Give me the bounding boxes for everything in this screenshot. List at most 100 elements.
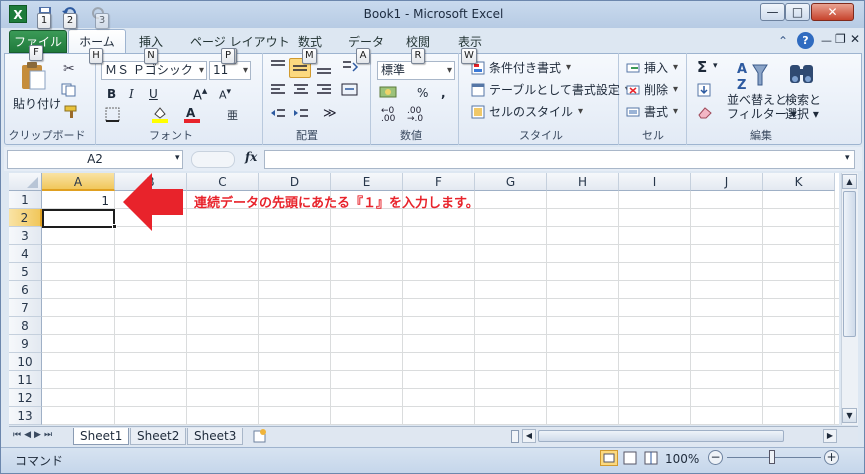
align-left-icon[interactable] — [269, 83, 287, 97]
column-header-f[interactable]: F — [403, 173, 475, 191]
tab-page-layout[interactable]: ページ レイアウト — [190, 31, 290, 53]
close-button[interactable]: ✕ — [811, 3, 854, 21]
cell-styles-icon[interactable] — [471, 105, 485, 119]
row-header-8[interactable]: 8 — [9, 317, 42, 335]
select-all-button[interactable] — [9, 173, 42, 191]
doc-minimize-icon[interactable]: — — [821, 34, 832, 47]
paste-icon[interactable] — [19, 61, 47, 91]
doc-close-icon[interactable]: ✕ — [850, 32, 860, 46]
name-box[interactable]: A2 — [7, 150, 183, 169]
scroll-up-button[interactable]: ▲ — [842, 174, 857, 189]
sheet-tab-3[interactable]: Sheet3 — [187, 428, 244, 445]
format-cells-button[interactable]: 書式 — [644, 102, 680, 122]
insert-function-button[interactable]: fx — [245, 150, 257, 164]
sort-filter-icon[interactable]: AZ — [735, 59, 769, 93]
wrap-text-icon[interactable]: ≫ — [323, 106, 337, 121]
row-header-5[interactable]: 5 — [9, 263, 42, 281]
align-center-icon[interactable] — [292, 83, 310, 97]
insert-sheet-icon[interactable] — [251, 428, 269, 444]
increase-indent-icon[interactable] — [292, 107, 310, 121]
sheet-tab-2[interactable]: Sheet2 — [130, 428, 187, 445]
decrease-indent-icon[interactable] — [269, 107, 287, 121]
currency-icon[interactable] — [379, 83, 401, 101]
column-header-d[interactable]: D — [259, 173, 331, 191]
insert-cells-icon[interactable] — [626, 61, 640, 75]
comma-button[interactable]: , — [441, 83, 446, 103]
find-select-button[interactable]: 検索と 選択 ▾ — [785, 93, 821, 121]
tab-split-handle[interactable] — [511, 430, 519, 443]
sheet-nav-buttons[interactable]: ⏮◀▶⏭ — [13, 430, 55, 440]
normal-view-icon[interactable] — [600, 450, 618, 466]
row-header-2[interactable]: 2 — [9, 209, 42, 227]
column-header-e[interactable]: E — [331, 173, 403, 191]
maximize-button[interactable]: □ — [785, 3, 810, 21]
zoom-in-button[interactable]: + — [824, 450, 839, 465]
row-header-1[interactable]: 1 — [9, 191, 42, 209]
italic-button[interactable]: I — [129, 84, 134, 104]
decrease-decimal-icon[interactable]: .00 →.0 — [407, 107, 423, 124]
scroll-down-button[interactable]: ▼ — [842, 408, 857, 423]
phonetic-icon[interactable]: 亜 — [227, 107, 238, 123]
row-header-13[interactable]: 13 — [9, 407, 42, 425]
border-icon[interactable] — [105, 107, 121, 123]
formula-input[interactable] — [264, 150, 855, 169]
bold-button[interactable]: B — [107, 84, 116, 104]
page-break-view-icon[interactable] — [643, 451, 659, 465]
column-header-a[interactable]: A — [42, 173, 115, 191]
active-cell-A2[interactable] — [42, 209, 115, 228]
help-icon[interactable]: ? — [797, 32, 814, 49]
scroll-left-button[interactable]: ◀ — [522, 429, 536, 443]
increase-decimal-icon[interactable]: ←0.00 — [381, 107, 395, 124]
align-bottom-icon[interactable] — [315, 61, 333, 75]
vertical-scroll-thumb[interactable] — [843, 191, 856, 337]
ribbon-collapse-icon[interactable]: ⌃ — [778, 34, 788, 48]
row-header-10[interactable]: 10 — [9, 353, 42, 371]
align-top-icon[interactable] — [269, 59, 287, 73]
clear-icon[interactable] — [697, 105, 713, 119]
format-painter-icon[interactable] — [63, 105, 79, 119]
row-header-9[interactable]: 9 — [9, 335, 42, 353]
column-header-j[interactable]: J — [691, 173, 763, 191]
insert-cells-button[interactable]: 挿入 — [644, 58, 680, 78]
row-header-11[interactable]: 11 — [9, 371, 42, 389]
cell-A1[interactable]: 1 — [43, 192, 114, 210]
fill-handle[interactable] — [112, 224, 117, 229]
minimize-button[interactable]: — — [760, 3, 785, 21]
find-select-icon[interactable] — [787, 59, 817, 91]
grow-font-icon[interactable]: A▴ — [193, 84, 207, 103]
row-header-6[interactable]: 6 — [9, 281, 42, 299]
percent-button[interactable]: % — [417, 83, 428, 103]
align-right-icon[interactable] — [315, 83, 333, 97]
page-layout-view-icon[interactable] — [622, 451, 638, 465]
merge-center-icon[interactable] — [341, 83, 359, 97]
row-header-4[interactable]: 4 — [9, 245, 42, 263]
column-header-k[interactable]: K — [763, 173, 835, 191]
column-header-h[interactable]: H — [547, 173, 619, 191]
conditional-format-button[interactable]: 条件付き書式 — [489, 58, 573, 78]
horizontal-scroll-thumb[interactable] — [538, 430, 784, 442]
cut-icon[interactable]: ✂ — [63, 61, 75, 77]
fill-icon[interactable] — [697, 83, 711, 97]
zoom-level[interactable]: 100% — [665, 452, 699, 466]
shrink-font-icon[interactable]: A▾ — [219, 86, 231, 102]
doc-restore-icon[interactable]: ❐ — [835, 32, 846, 46]
formula-expand-icon[interactable]: ▾ — [845, 153, 850, 163]
column-header-g[interactable]: G — [475, 173, 547, 191]
row-header-12[interactable]: 12 — [9, 389, 42, 407]
underline-button[interactable]: U — [149, 84, 158, 104]
format-table-icon[interactable] — [471, 83, 485, 97]
paste-button[interactable]: 貼り付け — [13, 94, 61, 114]
zoom-slider-thumb[interactable] — [769, 450, 775, 464]
copy-icon[interactable] — [61, 83, 77, 97]
column-header-c[interactable]: C — [187, 173, 259, 191]
font-color-icon[interactable]: A — [183, 105, 201, 123]
format-as-table-button[interactable]: テーブルとして書式設定 — [489, 80, 632, 100]
zoom-out-button[interactable]: − — [708, 450, 723, 465]
row-header-7[interactable]: 7 — [9, 299, 42, 317]
cell-styles-button[interactable]: セルのスタイル — [489, 102, 585, 122]
autosum-dropdown-icon[interactable]: ▾ — [713, 61, 718, 71]
delete-cells-icon[interactable] — [626, 83, 640, 97]
delete-cells-button[interactable]: 削除 — [644, 80, 680, 100]
autosum-icon[interactable]: Σ — [697, 58, 707, 76]
row-header-3[interactable]: 3 — [9, 227, 42, 245]
